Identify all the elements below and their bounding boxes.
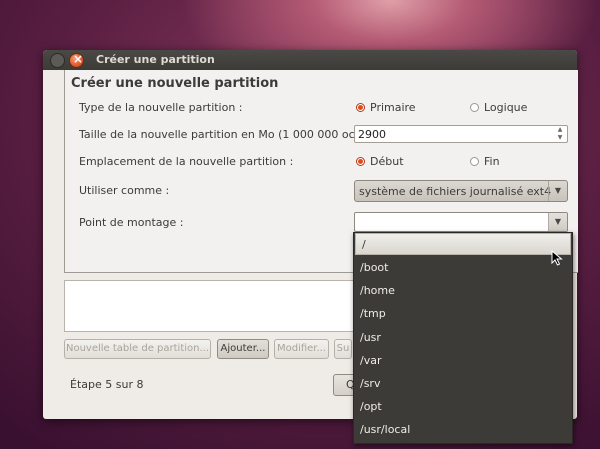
use-as-label: Utiliser comme : xyxy=(79,184,170,197)
spin-arrows-icon[interactable]: ▲ ▼ xyxy=(555,126,565,142)
dropdown-item-usr[interactable]: /usr xyxy=(354,327,572,349)
window-menu-icon[interactable] xyxy=(50,53,65,68)
partition-type-label: Type de la nouvelle partition : xyxy=(79,101,243,114)
dropdown-item-boot[interactable]: /boot xyxy=(354,257,572,279)
delete-button[interactable]: Su xyxy=(334,339,352,359)
chevron-down-icon[interactable]: ▼ xyxy=(548,181,567,201)
radio-beginning-label[interactable]: Début xyxy=(370,155,404,168)
partition-size-label: Taille de la nouvelle partition en Mo (1… xyxy=(79,128,381,141)
radio-primary-label[interactable]: Primaire xyxy=(370,101,416,114)
modify-button[interactable]: Modifier... xyxy=(274,339,329,359)
radio-logical-label[interactable]: Logique xyxy=(484,101,527,114)
dropdown-item-root[interactable]: / xyxy=(355,233,571,255)
window-title: Créer une partition xyxy=(96,53,215,66)
new-partition-table-button[interactable]: Nouvelle table de partition... xyxy=(64,339,211,359)
partition-location-label: Emplacement de la nouvelle partition : xyxy=(79,155,294,168)
radio-logical[interactable] xyxy=(470,103,479,112)
dropdown-item-opt[interactable]: /opt xyxy=(354,396,572,418)
mount-point-dropdown[interactable]: / /boot /home /tmp /usr /var /srv /opt /… xyxy=(353,232,573,444)
add-button[interactable]: Ajouter... xyxy=(217,339,269,359)
dropdown-item-var[interactable]: /var xyxy=(354,350,572,372)
partition-size-value[interactable]: 2900 xyxy=(358,128,386,141)
radio-end[interactable] xyxy=(470,157,479,166)
radio-end-label[interactable]: Fin xyxy=(484,155,500,168)
use-as-value: système de fichiers journalisé ext4 xyxy=(359,185,552,198)
partition-size-spinbox[interactable]: 2900 ▲ ▼ xyxy=(354,125,568,143)
chevron-down-icon[interactable]: ▼ xyxy=(548,213,567,231)
radio-primary[interactable] xyxy=(356,103,365,112)
dialog-heading: Créer une nouvelle partition xyxy=(71,76,279,91)
use-as-combobox[interactable]: système de fichiers journalisé ext4 ▼ xyxy=(354,180,568,202)
mount-point-label: Point de montage : xyxy=(79,216,184,229)
dropdown-item-home[interactable]: /home xyxy=(354,280,572,302)
mouse-cursor-icon xyxy=(551,250,563,266)
partition-list[interactable] xyxy=(64,280,386,332)
dropdown-item-srv[interactable]: /srv xyxy=(354,373,572,395)
close-icon[interactable] xyxy=(69,52,84,68)
mount-point-combo-entry[interactable]: ▼ xyxy=(354,212,568,232)
step-indicator: Étape 5 sur 8 xyxy=(70,378,144,391)
dropdown-item-tmp[interactable]: /tmp xyxy=(354,303,572,325)
dropdown-item-usr-local[interactable]: /usr/local xyxy=(354,419,572,441)
window-titlebar[interactable]: Créer une partition xyxy=(43,50,577,70)
radio-beginning[interactable] xyxy=(356,157,365,166)
